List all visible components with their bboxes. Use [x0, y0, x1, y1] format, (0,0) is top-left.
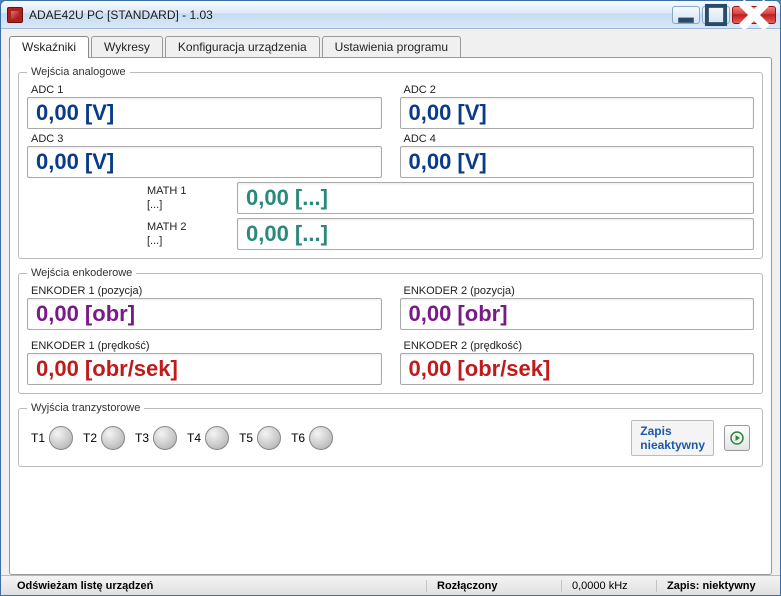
t5-indicator-icon: [257, 426, 281, 450]
t5-output: T5: [239, 426, 281, 450]
window-title: ADAE42U PC [STANDARD] - 1.03: [29, 8, 672, 22]
encoder-legend: Wejścia enkoderowe: [27, 267, 136, 279]
math2-value: 0,00 [...]: [237, 218, 754, 250]
adc3-label: ADC 3: [31, 133, 382, 145]
tab-charts[interactable]: Wykresy: [91, 36, 163, 57]
start-recording-button[interactable]: [724, 425, 750, 451]
adc4-value: 0,00 [V]: [400, 146, 755, 178]
statusbar: Odświeżam listę urządzeń Rozłączony 0,00…: [1, 575, 780, 595]
adc4-label: ADC 4: [404, 133, 755, 145]
t2-indicator-icon: [101, 426, 125, 450]
t6-indicator-icon: [309, 426, 333, 450]
t1-indicator-icon: [49, 426, 73, 450]
status-frequency: 0,0000 kHz: [562, 580, 657, 592]
t1-output: T1: [31, 426, 73, 450]
maximize-button[interactable]: [702, 6, 730, 24]
t6-output: T6: [291, 426, 333, 450]
transistor-outputs-group: Wyjścia tranzystorowe T1 T2 T3: [18, 402, 763, 467]
status-refresh: Odświeżam listę urządzeń: [7, 580, 427, 592]
adc3-value: 0,00 [V]: [27, 146, 382, 178]
encoder1-spd-value: 0,00 [obr/sek]: [27, 353, 382, 385]
encoder-inputs-group: Wejścia enkoderowe ENKODER 1 (pozycja) 0…: [18, 267, 763, 394]
encoder2-pos-value: 0,00 [obr]: [400, 298, 755, 330]
analog-legend: Wejścia analogowe: [27, 66, 130, 78]
t1-label: T1: [31, 431, 45, 445]
status-connection: Rozłączony: [427, 580, 562, 592]
math1-label: MATH 1 [...]: [27, 184, 227, 212]
t3-indicator-icon: [153, 426, 177, 450]
adc2-label: ADC 2: [404, 84, 755, 96]
status-recording: Zapis: niektywny: [657, 580, 774, 592]
tab-indicators[interactable]: Wskaźniki: [9, 36, 89, 58]
encoder2-pos-label: ENKODER 2 (pozycja): [404, 285, 755, 297]
t3-output: T3: [135, 426, 177, 450]
t4-label: T4: [187, 431, 201, 445]
adc1-label: ADC 1: [31, 84, 382, 96]
t2-output: T2: [83, 426, 125, 450]
minimize-button[interactable]: [672, 6, 700, 24]
encoder2-spd-label: ENKODER 2 (prędkość): [404, 340, 755, 352]
encoder1-pos-value: 0,00 [obr]: [27, 298, 382, 330]
titlebar: ADAE42U PC [STANDARD] - 1.03: [1, 1, 780, 29]
t4-indicator-icon: [205, 426, 229, 450]
t5-label: T5: [239, 431, 253, 445]
analog-inputs-group: Wejścia analogowe ADC 1 0,00 [V] ADC 2 0…: [18, 66, 763, 259]
close-button[interactable]: [732, 6, 776, 24]
adc2-value: 0,00 [V]: [400, 97, 755, 129]
tab-program-settings[interactable]: Ustawienia programu: [322, 36, 461, 57]
math2-label: MATH 2 [...]: [27, 220, 227, 248]
app-icon: [7, 7, 23, 23]
t3-label: T3: [135, 431, 149, 445]
transistor-legend: Wyjścia tranzystorowe: [27, 402, 144, 414]
math1-value: 0,00 [...]: [237, 182, 754, 214]
encoder2-spd-value: 0,00 [obr/sek]: [400, 353, 755, 385]
t6-label: T6: [291, 431, 305, 445]
t2-label: T2: [83, 431, 97, 445]
recording-status: Zapis nieaktywny: [631, 420, 714, 456]
tab-device-config[interactable]: Konfiguracja urządzenia: [165, 36, 320, 57]
encoder1-pos-label: ENKODER 1 (pozycja): [31, 285, 382, 297]
t4-output: T4: [187, 426, 229, 450]
adc1-value: 0,00 [V]: [27, 97, 382, 129]
encoder1-spd-label: ENKODER 1 (prędkość): [31, 340, 382, 352]
